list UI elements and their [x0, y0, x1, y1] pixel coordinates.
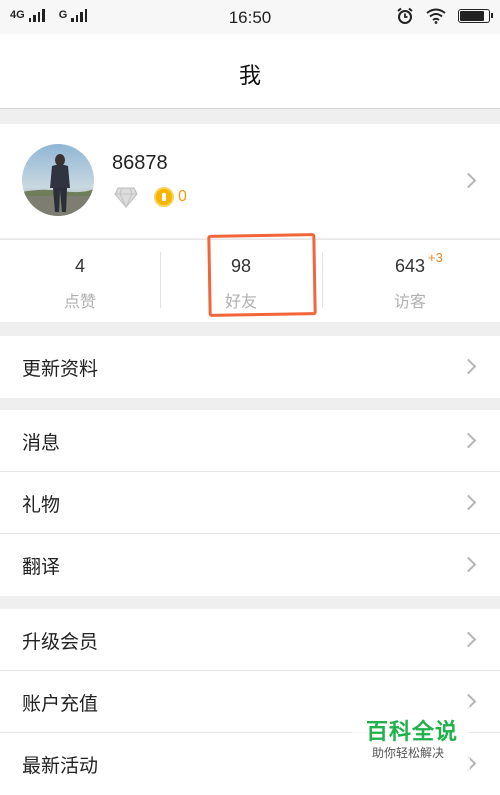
menu-item-label: 更新资料	[22, 359, 99, 380]
stat-value: 643	[394, 256, 426, 276]
wifi-icon	[426, 8, 446, 24]
coin-count: 0	[178, 188, 187, 205]
menu-item-label: 账户充值	[22, 694, 99, 715]
stat-likes[interactable]: 4 点赞	[0, 240, 160, 322]
menu-item-translate[interactable]: 翻译	[0, 534, 500, 596]
visitor-badge: +3	[428, 250, 443, 265]
stat-label: 好友	[224, 294, 257, 311]
coin-icon	[154, 187, 174, 207]
watermark-subtitle: 助你轻松解决	[372, 746, 445, 760]
page-title: 我	[238, 63, 261, 88]
chevron-right-icon	[460, 556, 477, 573]
chevron-right-icon	[460, 172, 477, 189]
username: 86878	[112, 152, 168, 174]
stats-bar: 4 点赞 98 好友 643 访客 +3	[0, 239, 500, 322]
stat-label: 访客	[393, 294, 426, 311]
menu-item-label: 升级会员	[22, 632, 99, 653]
menu-item-update-profile[interactable]: 更新资料	[0, 336, 500, 398]
menu-item-label: 礼物	[22, 495, 61, 516]
menu-item-label: 最新活动	[22, 756, 99, 777]
menu-item-upgrade-membership[interactable]: 升级会员	[0, 609, 500, 671]
chevron-right-icon	[460, 432, 477, 449]
watermark: 百科全说 助你轻松解决	[352, 706, 470, 776]
menu-item-gifts[interactable]: 礼物	[0, 472, 500, 534]
stat-friends[interactable]: 98 好友	[161, 240, 321, 322]
stat-value: 98	[230, 256, 252, 276]
alarm-icon	[397, 7, 413, 24]
stat-label: 点赞	[63, 294, 96, 311]
status-bar: 4G G 16:50	[0, 0, 500, 34]
chevron-right-icon	[460, 631, 477, 648]
menu-item-label: 翻译	[22, 557, 61, 578]
divider	[322, 252, 323, 308]
diamond-icon	[114, 187, 138, 208]
watermark-title: 百科全说	[366, 719, 459, 744]
menu-item-messages[interactable]: 消息	[0, 410, 500, 472]
menu-group-profile: 更新资料	[0, 336, 500, 398]
title-bar: 我	[0, 34, 500, 109]
chevron-right-icon	[460, 358, 477, 375]
battery-icon	[458, 9, 493, 23]
menu-item-label: 消息	[22, 433, 61, 454]
stat-value: 4	[74, 256, 85, 276]
chevron-right-icon	[460, 494, 477, 511]
stat-visitors[interactable]: 643 访客 +3	[330, 240, 490, 322]
avatar[interactable]	[22, 144, 94, 216]
profile-card[interactable]: 86878 0	[0, 124, 500, 238]
menu-group-social: 消息 礼物 翻译	[0, 410, 500, 596]
